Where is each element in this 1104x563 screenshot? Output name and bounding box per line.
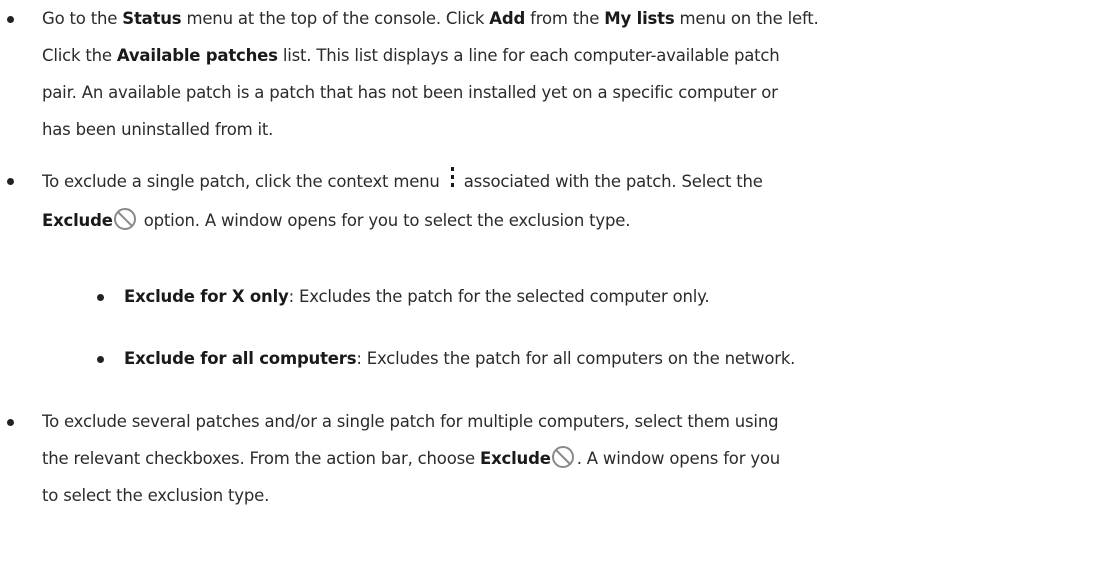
bullet-dot (97, 294, 104, 301)
keyword-available-patches: Available patches (116, 46, 278, 65)
bullet-dot (97, 356, 104, 363)
bullet-dot (7, 178, 14, 185)
document-body: Go to the Status menu at the top of the … (0, 0, 1104, 563)
bullet-dot (7, 419, 14, 426)
line: To exclude a single patch, click the con… (42, 162, 1082, 202)
prohibited-icon (551, 446, 574, 468)
sub-list-item-exclude-x-only: Exclude for X only: Excludes the patch f… (97, 278, 1084, 315)
keyword-exclude: Exclude (480, 449, 551, 468)
keyword-exclude-all: Exclude for all computers (124, 349, 357, 368)
list-item-exclude-single: To exclude a single patch, click the con… (7, 162, 1082, 239)
line: pair. An available patch is a patch that… (42, 83, 778, 102)
line: To exclude several patches and/or a sing… (42, 412, 779, 431)
keyword-exclude-x-only: Exclude for X only (124, 287, 289, 306)
list-item-status-menu: Go to the Status menu at the top of the … (7, 0, 1082, 148)
keyword-exclude: Exclude (42, 211, 113, 230)
prohibited-icon (113, 208, 136, 230)
bullet-dot (7, 16, 14, 23)
line: the relevant checkboxes. From the action… (42, 440, 1082, 477)
line: Exclude option. A window opens for you t… (42, 202, 1082, 239)
vertical-ellipsis-icon (447, 167, 457, 193)
line: has been uninstalled from it. (42, 120, 274, 139)
keyword-status: Status (122, 9, 182, 28)
sub-list-item-exclude-all: Exclude for all computers: Excludes the … (97, 340, 1084, 377)
keyword-add: Add (489, 9, 526, 28)
line: to select the exclusion type. (42, 486, 270, 505)
line: Go to the Status menu at the top of the … (42, 9, 819, 28)
line: Exclude for X only: Excludes the patch f… (124, 287, 710, 306)
list-item-exclude-several: To exclude several patches and/or a sing… (7, 403, 1082, 514)
line: Exclude for all computers: Excludes the … (124, 349, 796, 368)
line: Click the Available patches list. This l… (42, 46, 780, 65)
keyword-my-lists: My lists (604, 9, 675, 28)
